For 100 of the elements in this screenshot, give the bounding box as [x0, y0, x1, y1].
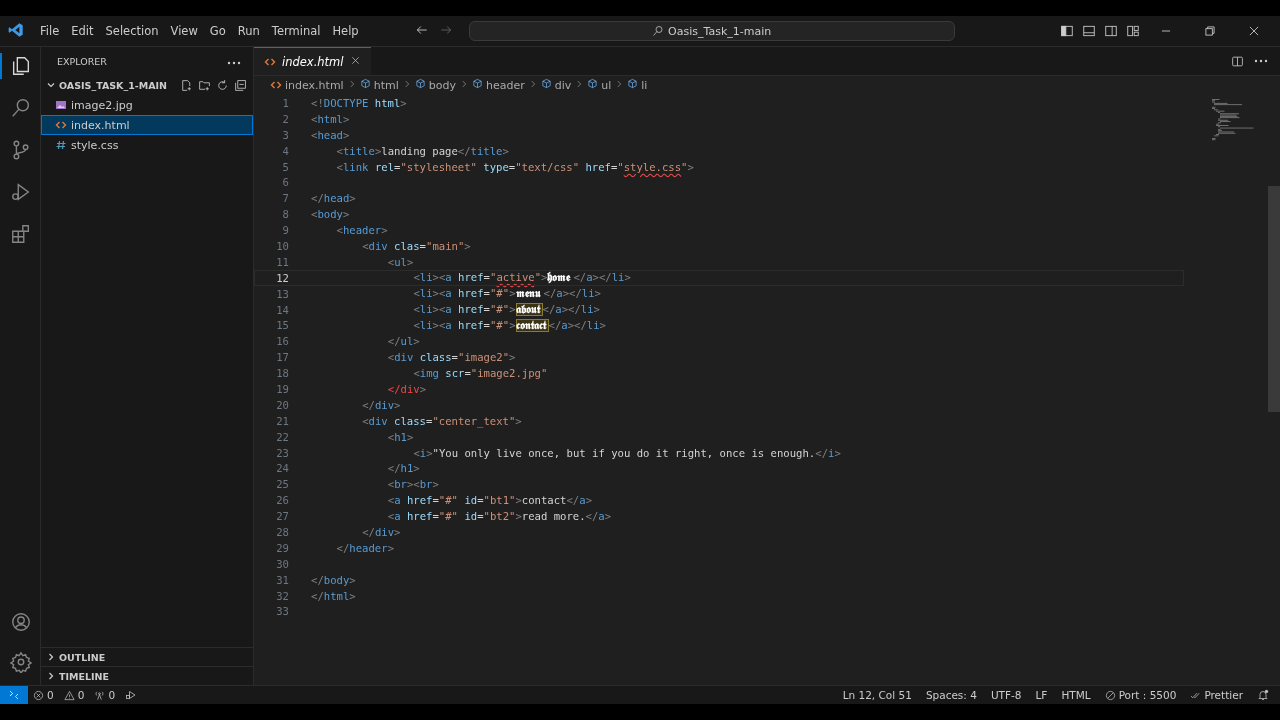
status-item[interactable]: 0 — [58, 689, 90, 701]
code-line: <a href="#" id="bt1">contact</a> — [387, 494, 592, 507]
line-number: 9 — [281, 224, 289, 237]
no-entry-icon — [1104, 689, 1116, 701]
breadcrumb[interactable]: header — [471, 78, 525, 92]
code-line: <div clas="main"> — [362, 239, 471, 252]
section-header[interactable]: TIMELINE — [59, 670, 109, 682]
folder-name[interactable]: OASIS_TASK_1-MAIN — [59, 79, 168, 91]
line-number: 29 — [275, 541, 289, 554]
code-line: <li><a href="#">𝖆𝖇𝖔𝖚𝖙 </a></li> — [413, 303, 600, 316]
cube-icon — [540, 78, 552, 89]
code-line: <li><a href="#">𝖈𝖔𝖓𝖙𝖆𝖈𝖙 </a></li> — [413, 318, 606, 332]
status-item[interactable]: UTF-8 — [985, 689, 1027, 701]
code-line: </ul> — [387, 335, 420, 348]
status-item[interactable]: Ln 12, Col 51 — [837, 689, 917, 701]
split-panel-icon — [1104, 24, 1118, 38]
branch-icon — [10, 139, 32, 161]
section-header[interactable]: OUTLINE — [59, 651, 106, 663]
line-number: 14 — [275, 303, 289, 316]
account-icon — [10, 611, 32, 633]
menu-item[interactable]: Edit — [65, 22, 100, 40]
line-number: 24 — [275, 462, 289, 475]
line-number: 21 — [275, 414, 289, 427]
code-line: </h1> — [387, 462, 420, 475]
restore-icon — [1203, 24, 1217, 38]
line-number: 28 — [275, 526, 289, 538]
breadcrumb[interactable]: index.html — [270, 78, 344, 92]
status-item[interactable]: 0 — [89, 689, 121, 701]
menu-item[interactable]: Selection — [99, 22, 165, 40]
line-number: 15 — [275, 319, 289, 332]
status-item[interactable]: Port : 5500 — [1099, 689, 1182, 701]
app-logo-icon — [8, 21, 24, 38]
code-line: <header> — [336, 224, 388, 237]
breadcrumb[interactable]: div — [540, 78, 572, 92]
explorer-entry[interactable]: index.html — [41, 115, 253, 135]
breadcrumb[interactable]: html — [359, 78, 399, 92]
line-number: 26 — [275, 494, 289, 507]
line-number: 17 — [275, 351, 289, 364]
menu-item[interactable]: Help — [326, 22, 365, 40]
code-line: <html> — [311, 112, 350, 125]
code-line: </div> — [362, 398, 401, 411]
error-icon — [33, 689, 44, 701]
line-number: 1 — [281, 96, 289, 109]
line-number: 27 — [275, 510, 289, 523]
status-item[interactable]: Prettier — [1185, 689, 1248, 701]
status-item[interactable]: Spaces: 4 — [920, 689, 982, 701]
code-brackets-icon — [270, 79, 282, 91]
refresh-icon — [216, 78, 229, 92]
minimap[interactable] — [1210, 99, 1256, 143]
scrollbar-thumb[interactable] — [1268, 186, 1280, 412]
search-icon — [652, 25, 665, 37]
line-number: 32 — [275, 589, 289, 602]
menu-item[interactable]: Terminal — [265, 22, 327, 40]
close-icon — [349, 54, 361, 66]
warning-icon — [63, 689, 75, 701]
code-line: <ul> — [387, 255, 414, 268]
blocks-icon — [10, 223, 32, 245]
breadcrumb[interactable]: li — [627, 78, 648, 92]
explorer-entry[interactable]: image2.jpg — [41, 95, 253, 115]
line-number: 5 — [281, 160, 289, 173]
collapse-icon — [234, 78, 247, 92]
menu-item[interactable]: Run — [231, 22, 266, 40]
sidebar-title: EXPLORER — [57, 55, 107, 67]
search-icon — [10, 97, 32, 119]
explorer-entry[interactable]: style.css — [41, 135, 253, 155]
status-item[interactable]: LF — [1030, 689, 1053, 701]
breadcrumb[interactable]: body — [414, 78, 456, 92]
code-line: <title>landing page</title> — [336, 144, 509, 157]
status-item[interactable]: HTML — [1056, 689, 1096, 701]
line-number: 13 — [275, 287, 289, 300]
line-number: 25 — [275, 478, 289, 491]
bell-icon — [1257, 689, 1269, 701]
editor-tab[interactable]: index.html — [254, 47, 371, 75]
code-line: <body> — [311, 208, 350, 221]
code-line: <!DOCTYPE html> — [311, 96, 407, 109]
code-line: <i>"You only live once, but if you do it right, once is enough.</i> — [413, 446, 841, 459]
more-icon[interactable] — [1254, 59, 1268, 63]
code-line: <a href="#" id="bt2">read more.</a> — [387, 510, 612, 523]
cube-icon — [414, 78, 426, 89]
line-number: 6 — [281, 176, 289, 189]
command-center[interactable]: Oasis_Task_1-main — [468, 21, 955, 41]
line-number: 30 — [275, 557, 289, 570]
code-line: </body> — [311, 573, 356, 586]
line-number: 10 — [275, 239, 289, 252]
line-number: 31 — [275, 573, 289, 586]
code-line: <link rel="stylesheet" type="text/css" href="style.css"> — [336, 160, 694, 173]
code-line: </div> — [362, 526, 401, 538]
menu-item[interactable]: Go — [203, 22, 232, 40]
code-line: </div> — [387, 382, 427, 395]
breadcrumb[interactable]: ul — [587, 78, 612, 92]
code-line: <div class="image2"> — [387, 351, 516, 364]
line-number: 2 — [281, 112, 289, 125]
remote-icon — [8, 689, 20, 701]
code-line: <div class="center_text"> — [362, 414, 522, 427]
line-number: 18 — [275, 367, 289, 380]
menu-item[interactable]: View — [164, 22, 204, 40]
status-item[interactable]: 0 — [28, 689, 59, 701]
menu-item[interactable]: File — [34, 22, 66, 40]
hash-icon — [55, 139, 67, 151]
more-icon[interactable] — [227, 61, 241, 65]
